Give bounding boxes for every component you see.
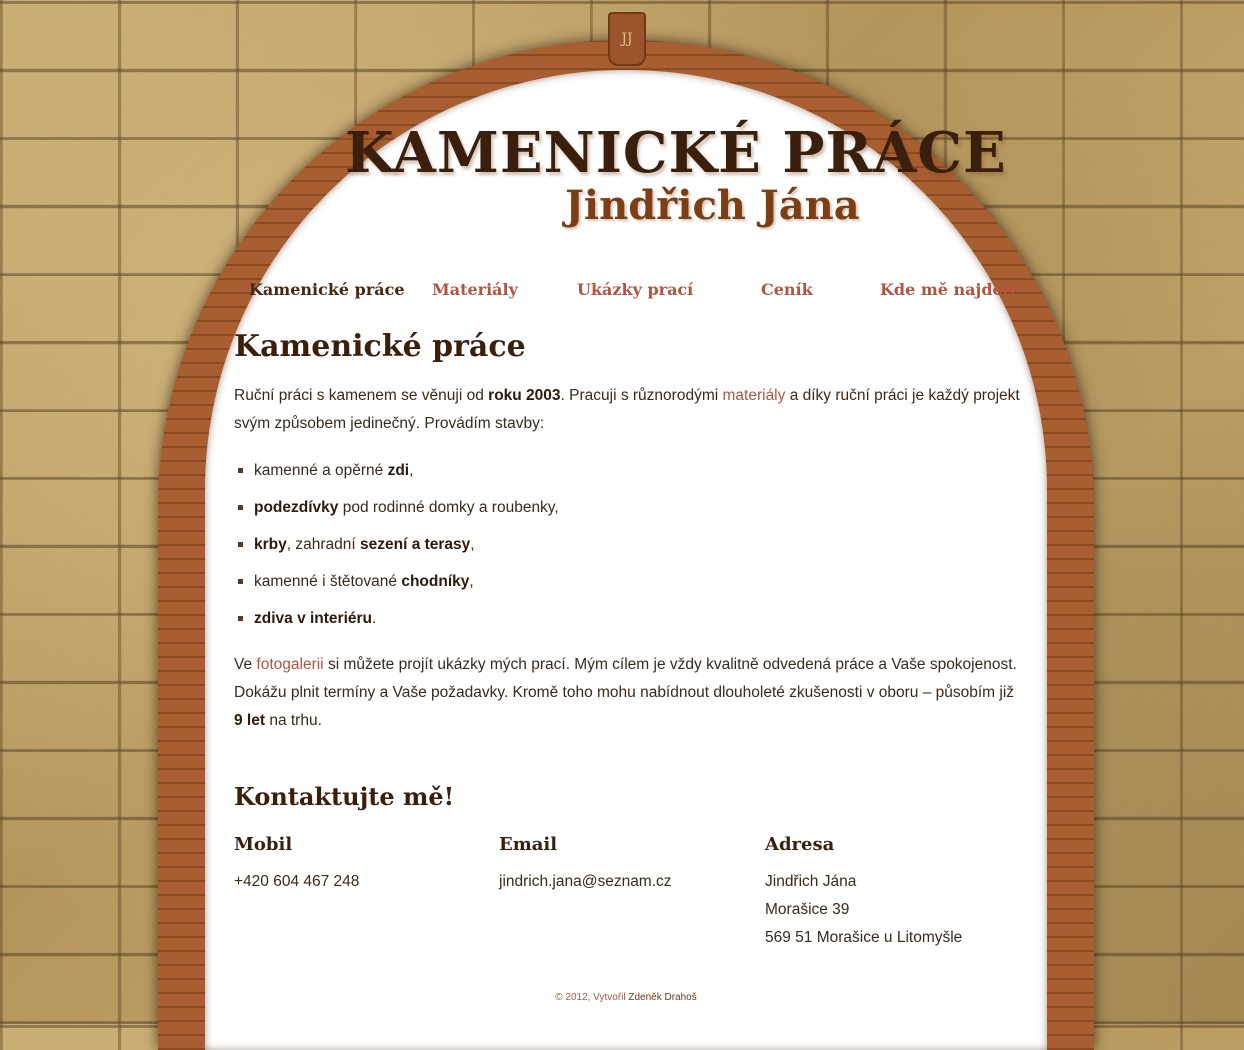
gallery-link[interactable]: fotogalerii [256,656,323,673]
list-item: krby, zahradní sezení a terasy, [238,526,1024,563]
nav-item-kde-me-najdete[interactable]: Kde mě najdete [880,280,1020,299]
outro-paragraph: Ve fotogalerii si můžete projít ukázky m… [234,651,1024,735]
mobile-number: +420 604 467 248 [234,873,360,890]
page-title: Kamenické práce [234,329,526,364]
address-line: 569 51 Morašice u Litomyšle [765,929,963,946]
contact-heading: Kontaktujte mě! [234,782,455,811]
materials-link[interactable]: materiály [723,387,786,404]
main-nav: Kamenické práce Materiály Ukázky prací C… [205,280,1047,304]
footer-copyright: © 2012, Vytvořil [555,992,629,1003]
nav-item-kamenicke-prace[interactable]: Kamenické práce [249,280,405,299]
list-item: kamenné i štětované chodníky, [238,563,1024,600]
mobile-label: Mobil [234,834,293,855]
main-content: Kamenické práce Ruční práci s kamenem se… [234,326,1024,735]
email-label: Email [499,834,558,855]
intro-year: roku 2003 [488,387,561,404]
experience-years: 9 let [234,712,266,729]
address-line: Jindřich Jána [765,873,857,890]
outro-text: Ve [234,656,257,673]
footer: © 2012, Vytvořil Zdeněk Drahoš [205,992,1047,1003]
outro-text: si můžete projít ukázky mých prací. Mým … [234,656,1017,701]
nav-item-materialy[interactable]: Materiály [432,280,518,299]
intro-text: . Pracuji s různorodými [560,387,723,404]
address-line: Morašice 39 [765,901,850,918]
site-title: KAMENICKÉ PRÁCE [345,120,1007,186]
nav-item-cenik[interactable]: Ceník [761,280,813,299]
outro-text: na trhu. [265,712,322,729]
list-item: kamenné a opěrné zdi, [238,452,1024,489]
keystone-logo: JJ [608,12,646,66]
contact-email: Email jindrich.jana@seznam.cz [499,832,739,896]
author-link[interactable]: Zdeněk Drahoš [628,992,696,1003]
contact-mobile: Mobil +420 604 467 248 [234,832,474,896]
list-item: podezdívky pod rodinné domky a roubenky, [238,489,1024,526]
site-subtitle: Jindřich Jána [565,182,860,229]
intro-paragraph: Ruční práci s kamenem se věnuji od roku … [234,382,1024,438]
nav-item-ukazky-praci[interactable]: Ukázky prací [577,280,693,299]
intro-text: Ruční práci s kamenem se věnuji od [234,387,489,404]
email-address: jindrich.jana@seznam.cz [499,873,672,890]
address-label: Adresa [765,834,835,855]
services-list: kamenné a opěrné zdi, podezdívky pod rod… [234,452,1024,637]
list-item: zdiva v interiéru. [238,600,1024,637]
contact-address: Adresa Jindřich Jána Morašice 39 569 51 … [765,832,1005,952]
